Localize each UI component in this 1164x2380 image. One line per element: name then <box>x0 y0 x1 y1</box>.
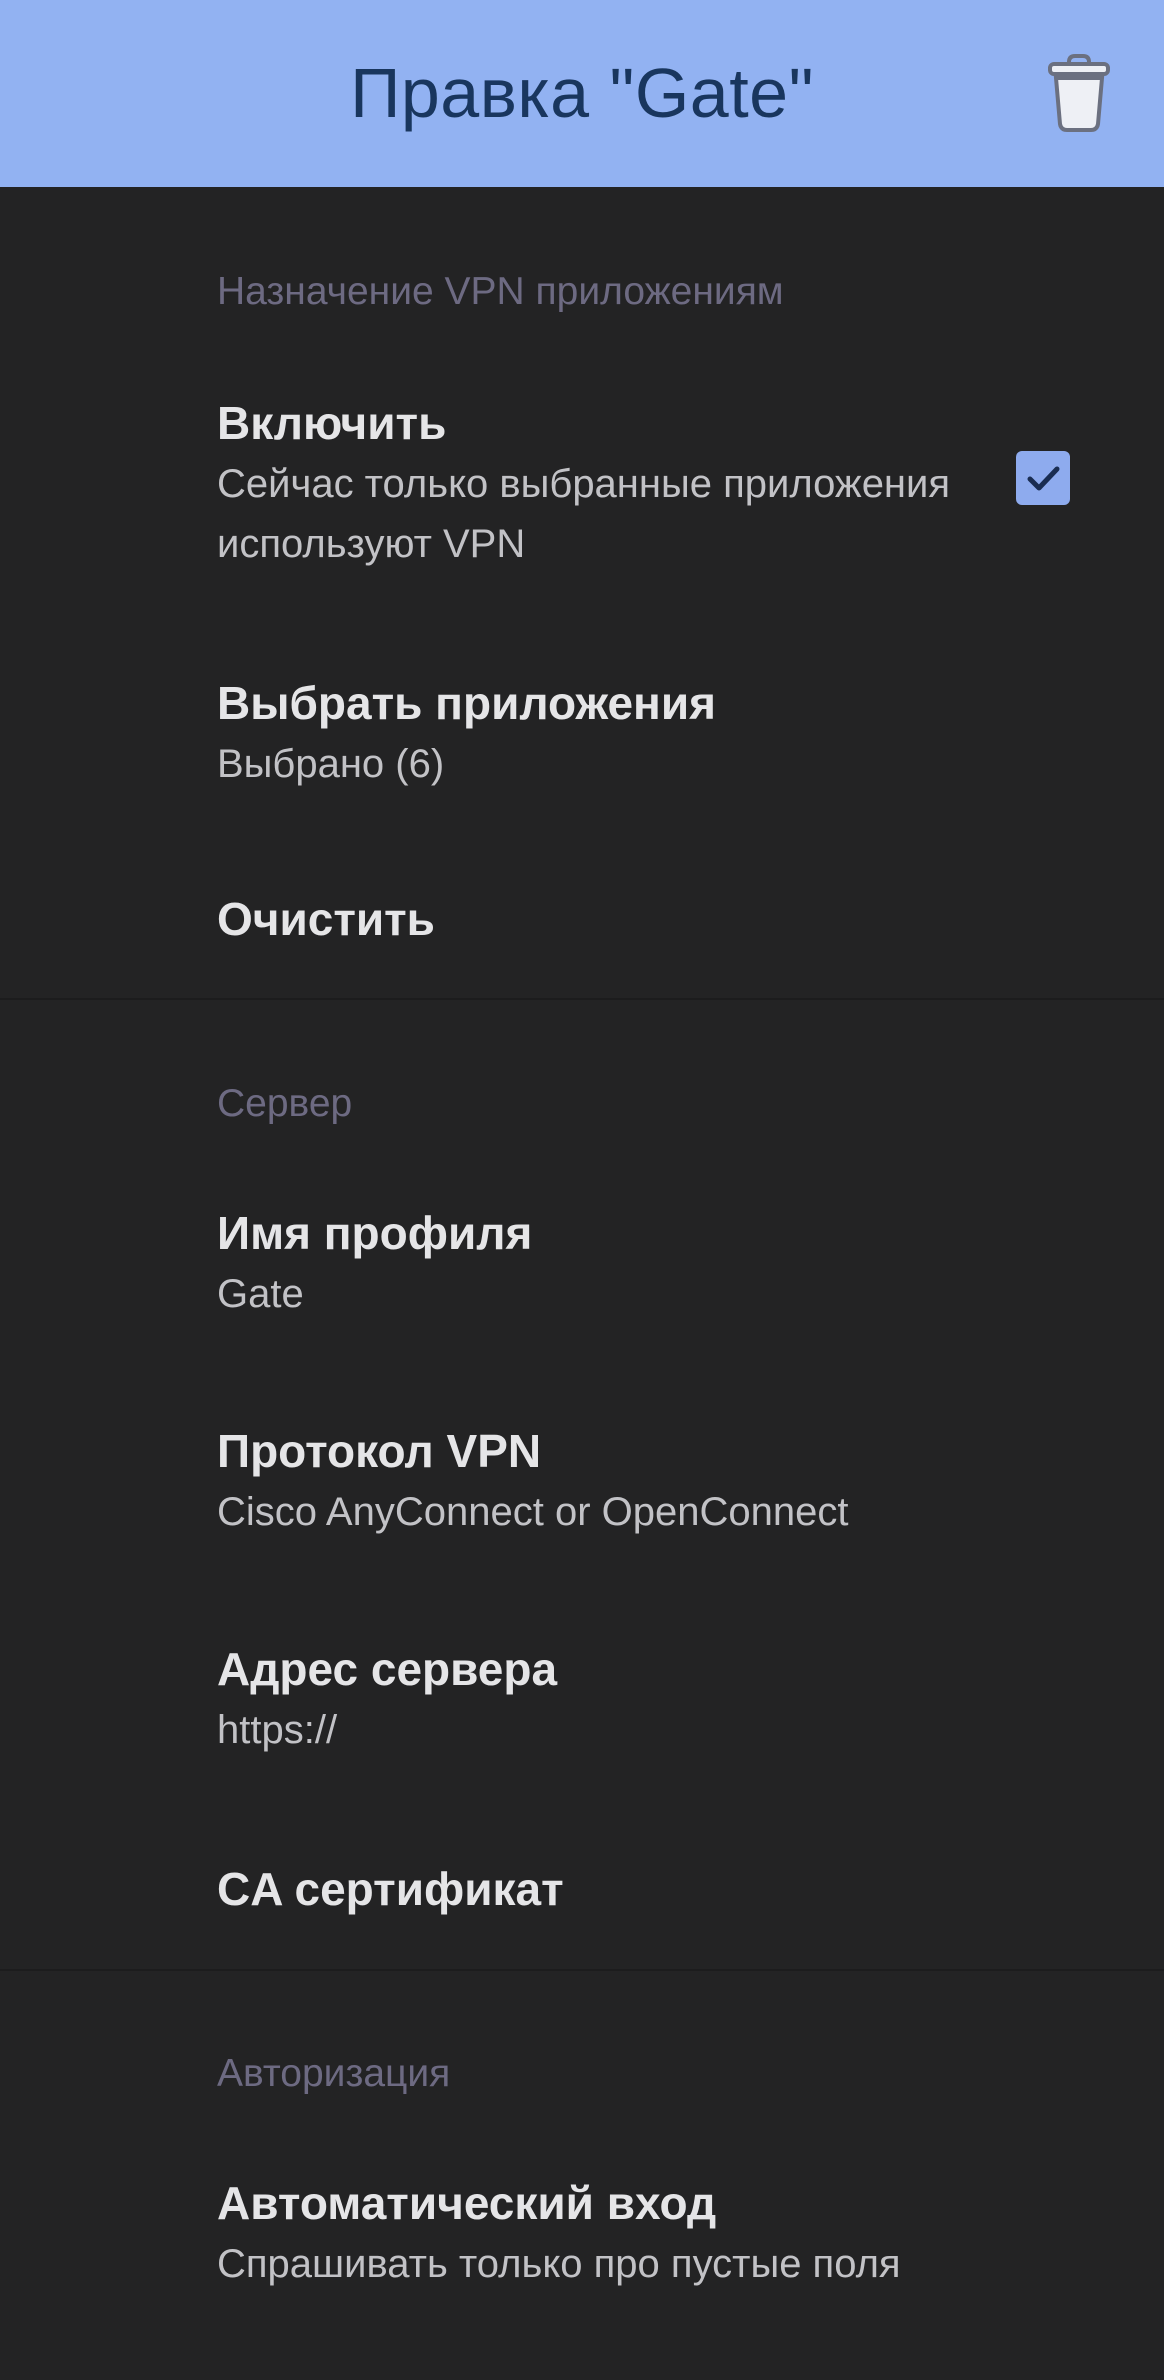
pref-vpn-protocol-title: Протокол VPN <box>217 1425 542 1477</box>
pref-auto-login[interactable]: Автоматический вход Спрашивать только пр… <box>0 2150 1164 2320</box>
enable-checkbox[interactable] <box>1016 451 1070 505</box>
page-title: Правка "Gate" <box>350 54 814 132</box>
pref-profile-name[interactable]: Имя профиля Gate <box>0 1180 1164 1350</box>
pref-vpn-protocol[interactable]: Протокол VPN Cisco AnyConnect or OpenCon… <box>0 1398 1164 1568</box>
section-header-vpn-apps: Назначение VPN приложениям <box>217 270 784 313</box>
pref-enable-title: Включить <box>217 397 447 449</box>
pref-clear[interactable]: Очистить <box>0 850 1164 990</box>
pref-select-apps[interactable]: Выбрать приложения Выбрано (6) <box>0 650 1164 820</box>
pref-auto-login-title: Автоматический вход <box>217 2177 717 2229</box>
pref-ca-certificate[interactable]: CA сертификат <box>0 1820 1164 1960</box>
section-divider <box>0 1969 1164 1971</box>
pref-server-address-summary: https:// <box>217 1708 338 1752</box>
pref-profile-name-summary: Gate <box>217 1272 304 1316</box>
section-header-server: Сервер <box>217 1082 353 1125</box>
trash-icon[interactable] <box>1044 52 1114 132</box>
app-root: Правка "Gate" Назначение VPN приложениям… <box>0 0 1164 2380</box>
pref-profile-name-title: Имя профиля <box>217 1207 533 1259</box>
check-icon <box>1027 466 1060 491</box>
pref-select-apps-title: Выбрать приложения <box>217 677 716 729</box>
pref-select-apps-summary: Выбрано (6) <box>217 742 445 786</box>
top-app-bar: Правка "Gate" <box>0 0 1164 187</box>
pref-auto-login-summary: Спрашивать только про пустые поля <box>217 2242 901 2286</box>
section-header-authorization: Авторизация <box>217 2052 451 2095</box>
section-divider <box>0 998 1164 1000</box>
pref-ca-certificate-title: CA сертификат <box>217 1863 564 1915</box>
pref-enable-per-app-vpn[interactable]: Включить Сейчас только выбранные приложе… <box>0 370 1164 600</box>
pref-server-address-title: Адрес сервера <box>217 1643 558 1695</box>
pref-clear-title: Очистить <box>217 893 435 945</box>
pref-server-address[interactable]: Адрес сервера https:// <box>0 1616 1164 1786</box>
pref-enable-summary: Сейчас только выбранные приложения испол… <box>217 462 951 566</box>
pref-vpn-protocol-summary: Cisco AnyConnect or OpenConnect <box>217 1490 849 1534</box>
